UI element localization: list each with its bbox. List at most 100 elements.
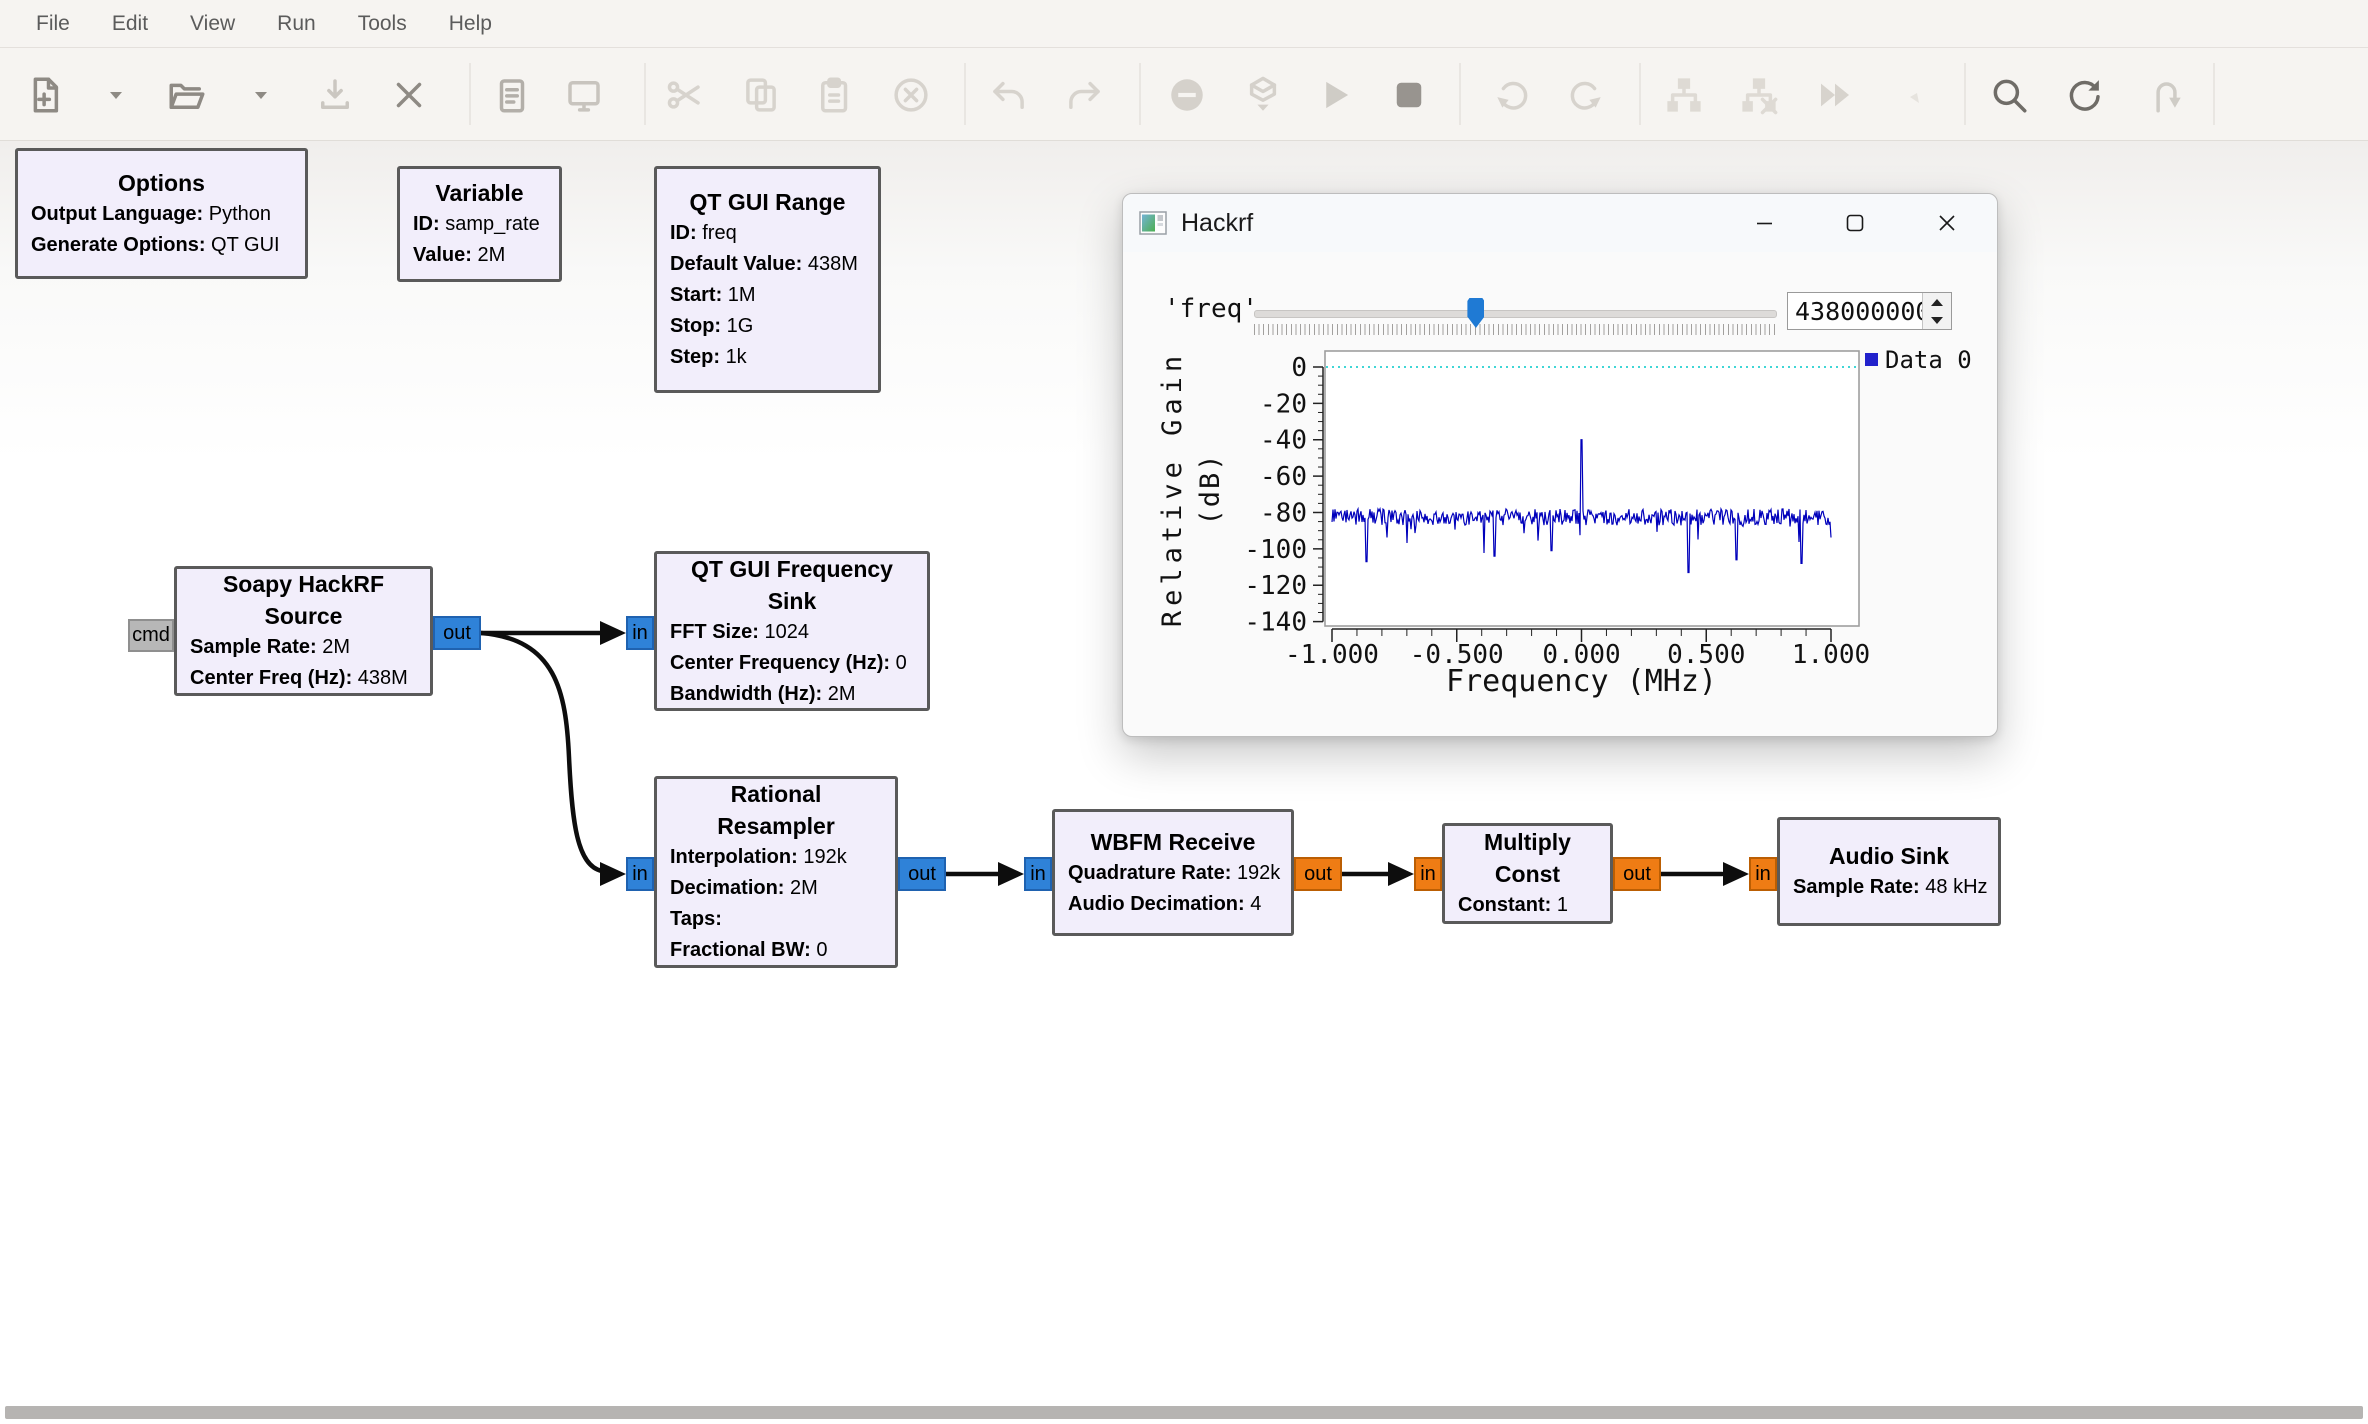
freq-spinbox [1787, 292, 1952, 330]
paste-icon [814, 74, 856, 116]
stop-icon [1388, 74, 1430, 116]
block-title: Rational Resampler [657, 778, 895, 842]
open-flowgraph-button[interactable] [157, 65, 217, 125]
fast-forward-icon [1814, 74, 1856, 116]
paste-button[interactable] [805, 65, 865, 125]
open-flowgraph-dropdown-button[interactable] [231, 65, 291, 125]
delete-circle-icon [890, 74, 932, 116]
x-tick-label: 1.000 [1792, 640, 1870, 670]
bypass-block-button[interactable] [1805, 65, 1865, 125]
cut-button[interactable] [654, 65, 714, 125]
save-flowgraph-button[interactable] [305, 65, 365, 125]
view-errors-button[interactable] [1157, 65, 1217, 125]
close-tab-button[interactable] [379, 65, 439, 125]
rotate-ccw-icon [1491, 74, 1533, 116]
enable-block-button[interactable] [1654, 65, 1714, 125]
y-tick-label: -80 [1260, 498, 1307, 528]
menu-view[interactable]: View [169, 12, 256, 36]
rotate-cw-button[interactable] [1556, 65, 1616, 125]
spinbox-up-button[interactable] [1923, 293, 1951, 312]
spinbox-down-button[interactable] [1923, 311, 1951, 329]
file-new-icon [24, 74, 66, 116]
legend-marker [1865, 353, 1878, 366]
connection-warning-button[interactable] [1885, 65, 1945, 125]
menu-run[interactable]: Run [256, 12, 337, 36]
undo-icon [988, 74, 1030, 116]
port-out[interactable]: out [898, 857, 946, 891]
cube-down-icon [1242, 74, 1284, 116]
redo-button[interactable] [1054, 65, 1114, 125]
block-qt-gui-range[interactable]: QT GUI Range ID: freq Default Value: 438… [654, 166, 881, 393]
y-tick-label: -20 [1260, 389, 1307, 419]
port-out[interactable]: out [1294, 857, 1342, 891]
port-in[interactable]: in [1749, 857, 1777, 891]
folder-open-icon [166, 74, 208, 116]
block-rational-resampler[interactable]: Rational Resampler Interpolation: 192k D… [654, 776, 898, 968]
block-param: Audio Decimation: 4 [1055, 889, 1291, 920]
block-options[interactable]: Options Output Language: Python Generate… [15, 148, 308, 279]
block-multiply-const[interactable]: Multiply Const Constant: 1 [1442, 823, 1613, 924]
kill-flowgraph-button[interactable] [1379, 65, 1439, 125]
disable-block-button[interactable] [1729, 65, 1789, 125]
freq-spinbox-input[interactable] [1788, 293, 1927, 329]
generate-flowgraph-button[interactable] [1233, 65, 1293, 125]
menu-help[interactable]: Help [428, 12, 513, 36]
block-variable[interactable]: Variable ID: samp_rate Value: 2M [397, 166, 562, 282]
plot-canvas [1325, 351, 1859, 626]
reload-blocks-button[interactable] [2054, 65, 2114, 125]
block-qt-gui-frequency-sink[interactable]: QT GUI Frequency Sink FFT Size: 1024 Cen… [654, 551, 930, 711]
find-block-button[interactable] [1979, 65, 2039, 125]
menu-file[interactable]: File [15, 12, 91, 36]
hackrf-window-titlebar[interactable]: Hackrf [1123, 194, 1997, 252]
port-in[interactable]: in [626, 857, 654, 891]
parser-errors-button[interactable] [2136, 65, 2196, 125]
block-param: Center Freq (Hz): 438M [177, 663, 430, 694]
port-out[interactable]: out [433, 616, 481, 650]
flowgraph-properties-button[interactable] [482, 65, 542, 125]
minimize-icon [1753, 211, 1777, 235]
toolbar-separator [645, 63, 646, 125]
new-flowgraph-dropdown-button[interactable] [86, 65, 146, 125]
hackrf-window[interactable]: Hackrf 'freq' Relative Gain(dB)0-20-40-6… [1122, 193, 1998, 737]
toolbar-separator [1640, 63, 1641, 125]
block-param: Fractional BW: 0 [657, 935, 895, 966]
save-icon [314, 74, 356, 116]
block-audio-sink[interactable]: Audio Sink Sample Rate: 48 kHz [1777, 817, 2001, 926]
block-wbfm-receive[interactable]: WBFM Receive Quadrature Rate: 192k Audio… [1052, 809, 1294, 936]
block-param: Step: 1k [657, 342, 878, 373]
port-in[interactable]: in [626, 616, 654, 650]
port-cmd-in[interactable]: cmd [128, 619, 174, 652]
close-icon [388, 74, 430, 116]
y-tick-label: 0 [1291, 353, 1307, 383]
port-in[interactable]: in [1024, 857, 1052, 891]
y-axis-title: Relative Gain [1157, 351, 1188, 627]
horizontal-scrollbar[interactable] [5, 1406, 2363, 1419]
block-param: Quadrature Rate: 192k [1055, 858, 1291, 889]
port-in[interactable]: in [1414, 857, 1442, 891]
freq-slider-track[interactable] [1254, 310, 1777, 318]
block-title: Soapy HackRF Source [177, 568, 430, 632]
screen-capture-button[interactable] [554, 65, 614, 125]
new-flowgraph-button[interactable] [15, 65, 75, 125]
menu-edit[interactable]: Edit [91, 12, 169, 36]
block-param: Sample Rate: 2M [177, 632, 430, 663]
block-param: Stop: 1G [657, 311, 878, 342]
minimize-button[interactable] [1736, 202, 1794, 244]
legend-label[interactable]: Data 0 [1885, 346, 1972, 374]
maximize-button[interactable] [1826, 202, 1884, 244]
frequency-spectrum-plot[interactable]: Relative Gain(dB)0-20-40-60-80-100-120-1… [1141, 341, 1997, 721]
close-button[interactable] [1918, 202, 1976, 244]
execute-flowgraph-button[interactable] [1305, 65, 1365, 125]
undo-button[interactable] [979, 65, 1039, 125]
menu-tools[interactable]: Tools [337, 12, 428, 36]
sitemap-x-icon [1738, 74, 1780, 116]
block-soapy-hackrf-source[interactable]: Soapy HackRF Source Sample Rate: 2M Cent… [174, 566, 433, 696]
copy-button[interactable] [731, 65, 791, 125]
toolbar-separator [1965, 63, 1966, 125]
rotate-ccw-button[interactable] [1482, 65, 1542, 125]
x-tick-label: -1.000 [1285, 640, 1379, 670]
delete-button[interactable] [881, 65, 941, 125]
port-out[interactable]: out [1613, 857, 1661, 891]
copy-icon [740, 74, 782, 116]
block-title: Variable [400, 177, 559, 209]
